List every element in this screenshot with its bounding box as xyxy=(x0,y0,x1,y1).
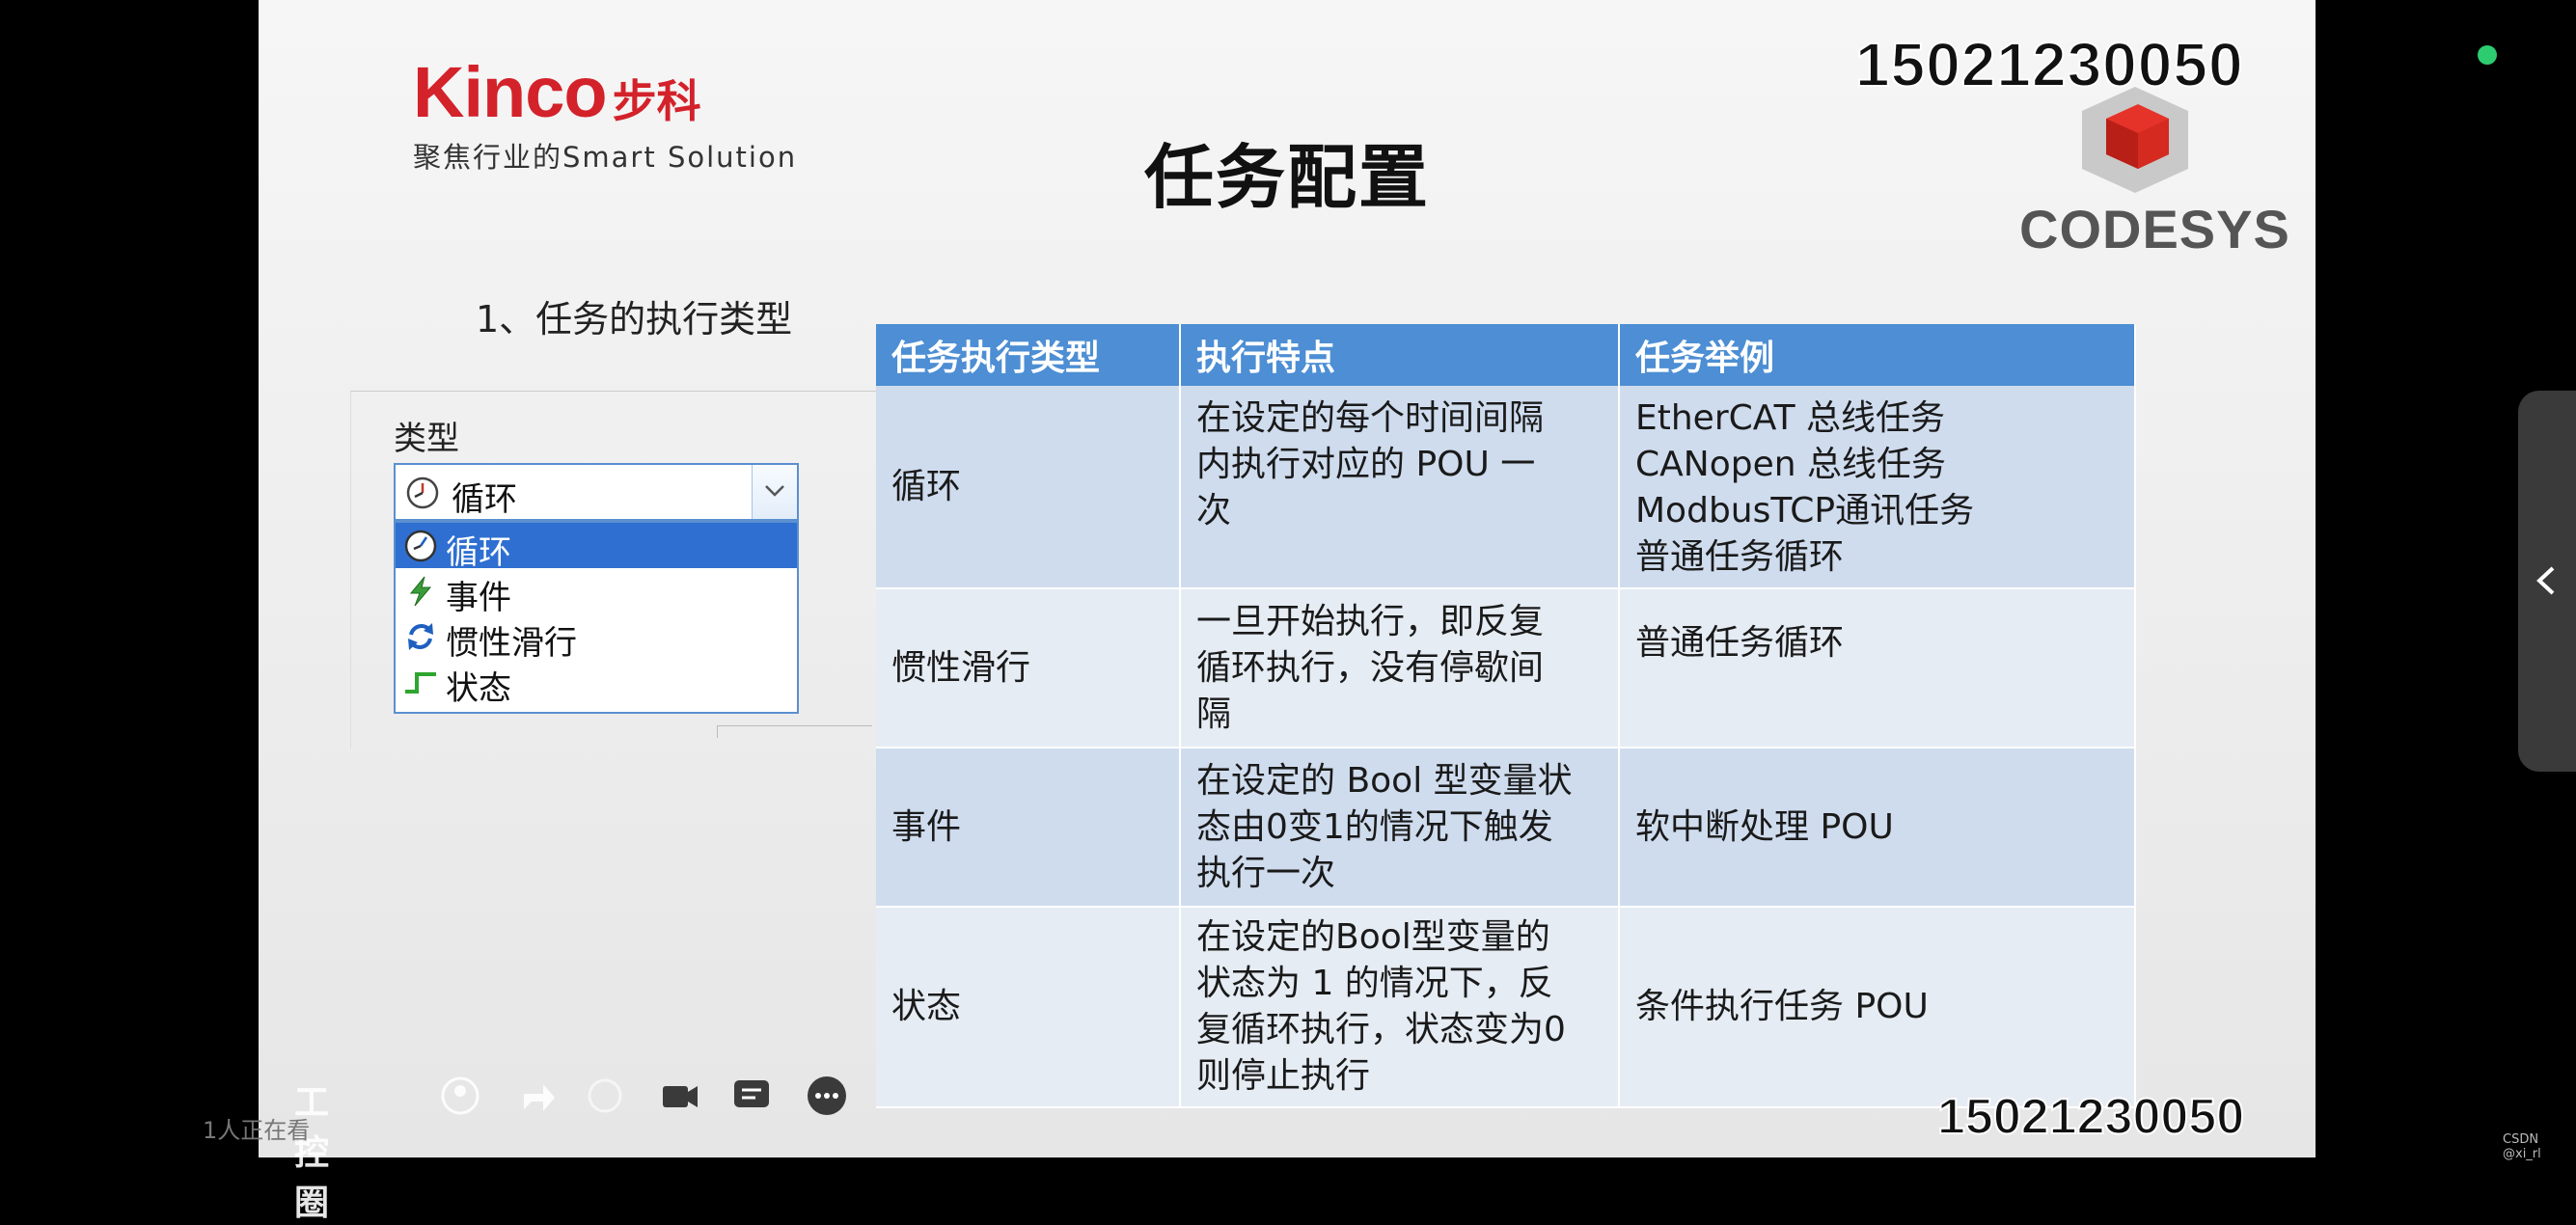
cell-type: 循环 xyxy=(876,386,1181,589)
cell-feature: 在设定的Bool型变量的 状态为 1 的情况下，反 复循环执行，状态变为0 则停… xyxy=(1180,907,1620,1108)
cell-example: EtherCAT 总线任务 CANopen 总线任务 ModbusTCP通讯任务… xyxy=(1619,386,2136,589)
option-cyclic[interactable]: 循环 xyxy=(396,523,797,572)
table-header: 执行特点 xyxy=(1180,324,1620,386)
chat-icon[interactable] xyxy=(730,1075,773,1117)
record-icon[interactable] xyxy=(584,1075,626,1117)
clock-icon xyxy=(404,530,437,562)
presentation-slide: Kinco 步科 聚焦行业的Smart Solution 任务配置 1502123… xyxy=(259,0,2316,1157)
table-row: 循环 在设定的每个时间间隔 内执行对应的 POU 一 次 EtherCAT 总线… xyxy=(876,386,2136,589)
table-row: 事件 在设定的 Bool 型变量状 态由0变1的情况下触发 执行一次 软中断处理… xyxy=(876,748,2136,908)
chevron-left-icon xyxy=(2536,566,2555,595)
task-type-table: 任务执行类型 执行特点 任务举例 循环 在设定的每个时间间隔 内执行对应的 PO… xyxy=(876,324,2136,1108)
camera-icon[interactable] xyxy=(659,1075,701,1117)
viewer-count: 1人正在看 xyxy=(203,1117,311,1144)
option-label: 惯性滑行 xyxy=(446,624,577,663)
table-header: 任务举例 xyxy=(1619,324,2136,386)
table-row: 状态 在设定的Bool型变量的 状态为 1 的情况下，反 复循环执行，状态变为0… xyxy=(876,907,2136,1108)
cell-example: 普通任务循环 xyxy=(1619,588,2136,749)
player-brand: 工控圈 xyxy=(294,1083,330,1223)
status-dot xyxy=(2478,45,2497,65)
task-type-options: 循环 事件 惯性滑行 状态 xyxy=(394,521,799,714)
codesys-logo-text: CODESYS xyxy=(2019,199,2290,259)
field-outline xyxy=(717,725,872,738)
cell-example: 条件执行任务 POU xyxy=(1619,907,2136,1108)
cell-type: 状态 xyxy=(876,907,1181,1108)
dropdown-button[interactable] xyxy=(752,465,797,519)
cell-type: 事件 xyxy=(876,748,1181,908)
slide-title: 任务配置 xyxy=(1143,137,1430,218)
type-label: 类型 xyxy=(394,420,459,458)
option-label: 状态 xyxy=(446,669,511,708)
cell-feature: 一旦开始执行，即反复 循环执行，没有停歇间 隔 xyxy=(1180,588,1620,749)
clock-icon xyxy=(406,476,439,509)
cell-type: 惯性滑行 xyxy=(876,588,1181,749)
step-signal-icon xyxy=(405,672,436,694)
cycle-arrows-icon xyxy=(408,623,433,650)
option-status[interactable]: 状态 xyxy=(396,659,797,708)
option-freewheeling[interactable]: 惯性滑行 xyxy=(396,613,797,663)
option-label: 事件 xyxy=(446,579,511,617)
more-icon[interactable] xyxy=(806,1075,848,1117)
logo-brand-cn: 步科 xyxy=(612,75,701,127)
phone-number-bottom: 15021230050 xyxy=(1936,1088,2245,1146)
cell-example: 软中断处理 POU xyxy=(1619,748,2136,908)
codesys-cube-icon xyxy=(2082,87,2188,193)
table-header: 任务执行类型 xyxy=(876,324,1181,386)
cell-feature: 在设定的 Bool 型变量状 态由0变1的情况下触发 执行一次 xyxy=(1180,748,1620,908)
option-label: 循环 xyxy=(446,533,511,572)
share-icon[interactable] xyxy=(516,1075,559,1117)
table-row: 惯性滑行 一旦开始执行，即反复 循环执行，没有停歇间 隔 普通任务循环 xyxy=(876,588,2136,749)
option-event[interactable]: 事件 xyxy=(396,568,797,617)
section-subtitle: 1、任务的执行类型 xyxy=(476,298,793,340)
side-panel-handle[interactable] xyxy=(2518,391,2576,772)
chevron-down-icon xyxy=(765,485,784,497)
cell-feature: 在设定的每个时间间隔 内执行对应的 POU 一 次 xyxy=(1180,386,1620,589)
person-icon[interactable] xyxy=(439,1075,481,1117)
combobox-value: 循环 xyxy=(452,480,517,519)
task-type-combobox[interactable]: 循环 xyxy=(394,463,799,521)
lightning-icon xyxy=(409,576,432,607)
